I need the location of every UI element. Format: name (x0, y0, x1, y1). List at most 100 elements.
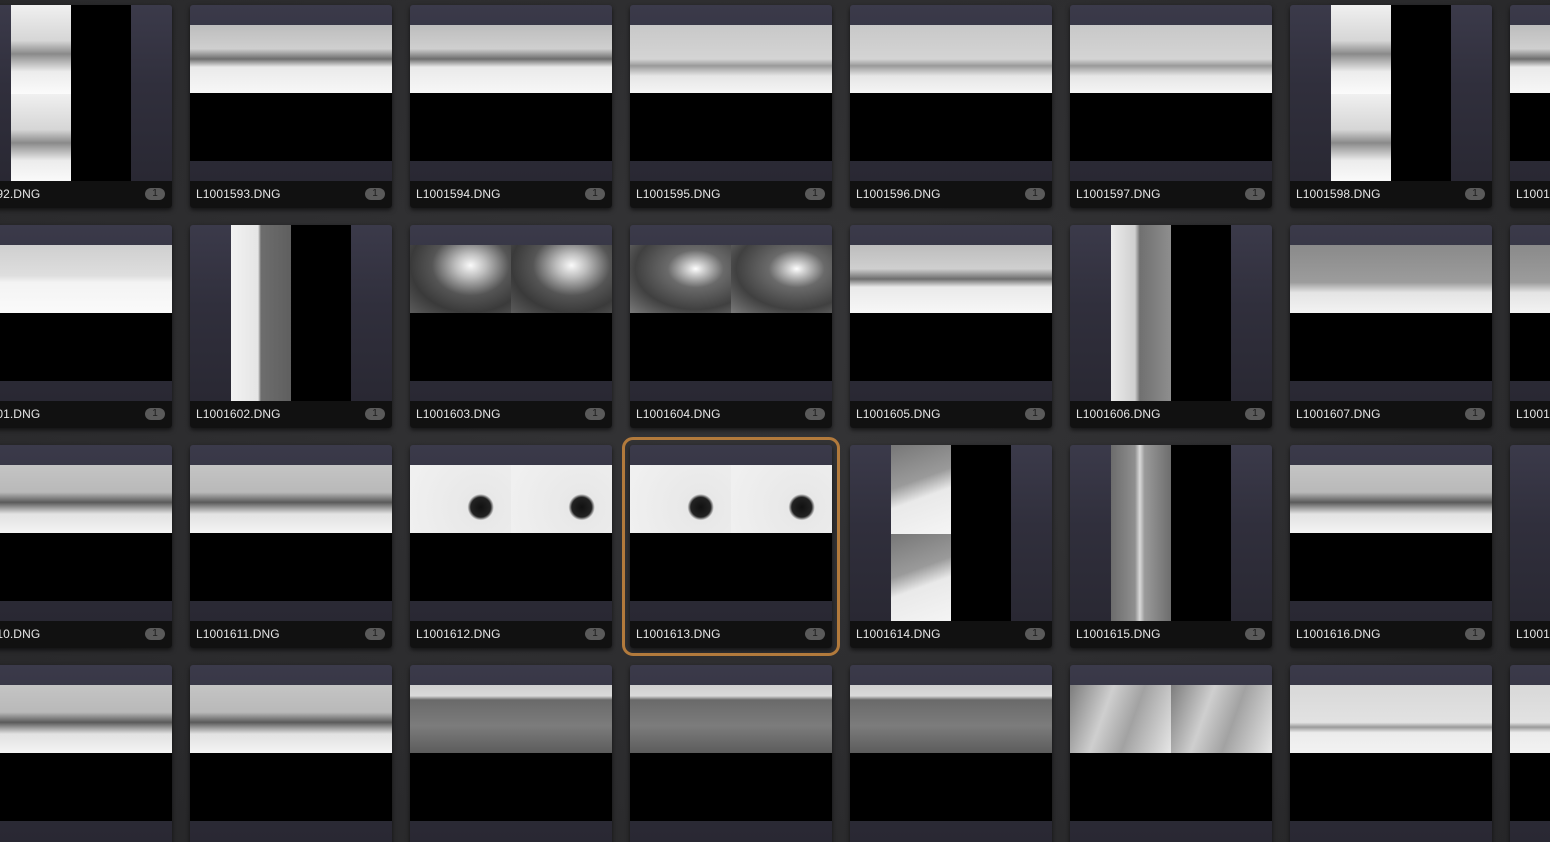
preview-frame (11, 5, 71, 94)
photo-preview (630, 245, 832, 381)
version-count-badge: 1 (1025, 188, 1045, 200)
file-name: L1001596.DNG (856, 187, 941, 201)
photo-thumbnail[interactable]: 01601.DNG 1 (0, 225, 172, 428)
photo-thumbnail[interactable]: L1001616.DNG 1 (1290, 445, 1492, 648)
preview-frame (731, 685, 832, 753)
photo-preview (410, 685, 612, 821)
preview-frame (410, 25, 511, 93)
preview-frame (850, 25, 951, 93)
photo-thumbnail[interactable]: L1001607.DNG 1 (1290, 225, 1492, 428)
preview-frame (1070, 25, 1171, 93)
photo-preview (1070, 25, 1272, 161)
photo-thumbnail[interactable]: L1001611.DNG 1 (190, 445, 392, 648)
photo-thumbnail[interactable] (630, 665, 832, 842)
preview-frame (0, 465, 71, 533)
file-name: L1001613.DNG (636, 627, 721, 641)
preview-frame (511, 685, 612, 753)
preview-frame (410, 245, 511, 313)
photo-thumbnail[interactable]: L1001612.DNG 1 (410, 445, 612, 648)
file-name: L1001593.DNG (196, 187, 281, 201)
file-name: L1001603.DNG (416, 407, 501, 421)
photo-thumbnail[interactable]: 01592.DNG 1 (0, 5, 172, 208)
caption-bar: L1001594.DNG 1 (410, 181, 612, 208)
preview-frame (850, 685, 951, 753)
version-count-badge: 1 (805, 408, 825, 420)
photo-thumbnail[interactable] (1070, 665, 1272, 842)
photo-thumbnail[interactable] (1510, 665, 1550, 842)
photo-thumbnail[interactable]: L1001615.DNG 1 (1070, 445, 1272, 648)
caption-bar: L1001604.DNG 1 (630, 401, 832, 428)
caption-bar: 01601.DNG 1 (0, 401, 172, 428)
preview-frame (630, 25, 731, 93)
photo-thumbnail[interactable]: L1001595.DNG 1 (630, 5, 832, 208)
preview-frame (71, 465, 172, 533)
photo-thumbnail[interactable] (410, 665, 612, 842)
version-count-badge: 1 (1465, 188, 1485, 200)
photo-thumbnail[interactable]: L1001594.DNG 1 (410, 5, 612, 208)
caption-bar: L1001606.DNG 1 (1070, 401, 1272, 428)
photo-thumbnail[interactable] (190, 665, 392, 842)
preview-frame (951, 25, 1052, 93)
photo-thumbnail[interactable]: L1001 (1510, 225, 1550, 428)
photo-thumbnail[interactable]: L1001597.DNG 1 (1070, 5, 1272, 208)
caption-bar: L1001614.DNG 1 (850, 621, 1052, 648)
thumbnail-grid: 01592.DNG1L1001593.DNG1L1001594.DNG1L100… (0, 0, 1550, 842)
photo-thumbnail[interactable]: L1001593.DNG 1 (190, 5, 392, 208)
preview-frame (1391, 245, 1492, 313)
preview-frame (11, 94, 71, 183)
file-name: L1001595.DNG (636, 187, 721, 201)
photo-thumbnail[interactable] (1290, 665, 1492, 842)
photo-thumbnail[interactable]: 01610.DNG 1 (0, 445, 172, 648)
caption-bar: L1001596.DNG 1 (850, 181, 1052, 208)
photo-thumbnail[interactable]: L1001613.DNG 1 (622, 437, 840, 656)
preview-frame (190, 685, 291, 753)
caption-bar: L1001611.DNG 1 (190, 621, 392, 648)
preview-frame (1290, 685, 1391, 753)
preview-frame (1391, 685, 1492, 753)
caption-bar: L1001602.DNG 1 (190, 401, 392, 428)
photo-thumbnail[interactable]: L1001 (1510, 5, 1550, 208)
photo-thumbnail[interactable]: L1001614.DNG 1 (850, 445, 1052, 648)
preview-frame (511, 245, 612, 313)
preview-frame (891, 534, 951, 623)
version-count-badge: 1 (145, 628, 165, 640)
photo-preview (1070, 225, 1272, 403)
photo-thumbnail[interactable]: L1001603.DNG 1 (410, 225, 612, 428)
photo-preview (1510, 245, 1550, 381)
version-count-badge: 1 (365, 408, 385, 420)
photo-thumbnail[interactable]: L1001596.DNG 1 (850, 5, 1052, 208)
preview-frame (1510, 685, 1550, 753)
preview-frame (190, 465, 291, 533)
photo-preview (190, 685, 392, 821)
photo-thumbnail[interactable] (850, 665, 1052, 842)
photo-preview (630, 465, 832, 601)
file-name: L1001606.DNG (1076, 407, 1161, 421)
file-name: L1001597.DNG (1076, 187, 1161, 201)
preview-frame (891, 445, 951, 534)
preview-frame (1290, 245, 1391, 313)
photo-thumbnail[interactable]: L1001 (1510, 445, 1550, 648)
photo-preview (1510, 445, 1550, 623)
caption-bar: L1001612.DNG 1 (410, 621, 612, 648)
photo-preview (190, 25, 392, 161)
photo-thumbnail[interactable]: L1001598.DNG 1 (1290, 5, 1492, 208)
version-count-badge: 1 (1245, 628, 1265, 640)
photo-thumbnail[interactable]: L1001604.DNG 1 (630, 225, 832, 428)
photo-preview (1290, 245, 1492, 381)
caption-bar: L1001 (1510, 181, 1550, 208)
preview-frame (71, 685, 172, 753)
photo-thumbnail[interactable]: L1001606.DNG 1 (1070, 225, 1272, 428)
version-count-badge: 1 (1245, 408, 1265, 420)
version-count-badge: 1 (145, 188, 165, 200)
photo-thumbnail[interactable]: L1001602.DNG 1 (190, 225, 392, 428)
photo-thumbnail[interactable]: L1001605.DNG 1 (850, 225, 1052, 428)
preview-frame (731, 245, 832, 313)
caption-bar: L1001613.DNG 1 (630, 621, 832, 648)
preview-frame (1331, 94, 1391, 183)
preview-frame (1111, 225, 1171, 314)
caption-bar: L1001593.DNG 1 (190, 181, 392, 208)
caption-bar: L1001598.DNG 1 (1290, 181, 1492, 208)
photo-preview (630, 25, 832, 161)
photo-thumbnail[interactable] (0, 665, 172, 842)
preview-frame (731, 465, 832, 533)
